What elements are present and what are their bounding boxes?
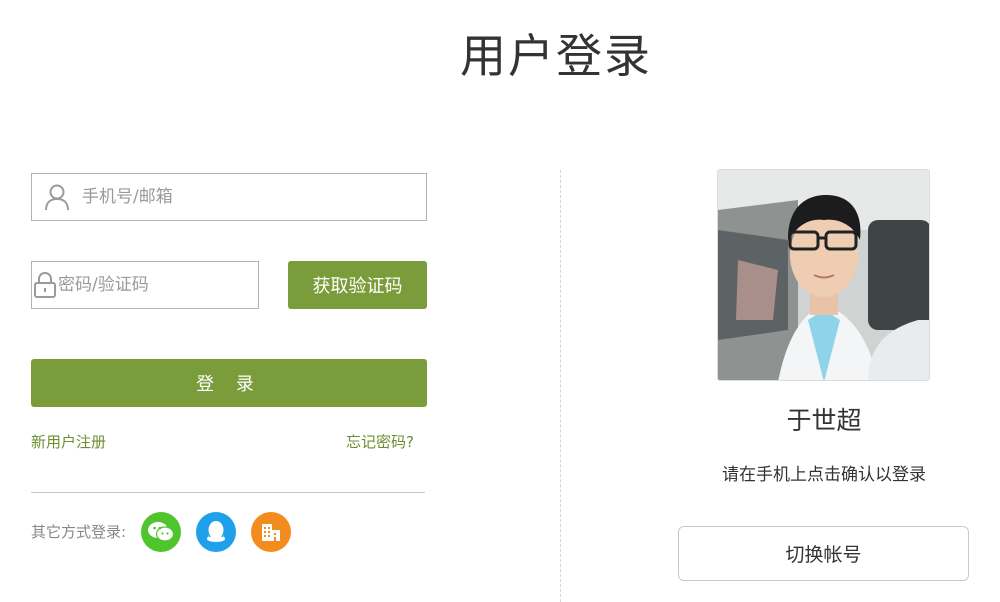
organization-icon — [262, 524, 280, 541]
page-title: 用户登录 — [460, 29, 652, 83]
user-icon — [32, 183, 82, 211]
other-login-label: 其它方式登录: — [31, 523, 127, 541]
get-code-button[interactable]: 获取验证码 — [288, 261, 427, 309]
password-field[interactable] — [31, 261, 277, 309]
qq-icon — [207, 521, 225, 542]
confirm-tip: 请在手机上点击确认以登录 — [722, 465, 926, 485]
user-name: 于世超 — [786, 406, 862, 435]
qq-login-button[interactable] — [196, 512, 236, 552]
avatar — [717, 169, 930, 381]
lock-icon — [32, 271, 58, 299]
register-link[interactable]: 新用户注册 — [31, 431, 106, 452]
login-button[interactable]: 登 录 — [31, 359, 427, 407]
switch-account-button[interactable]: 切换帐号 — [678, 526, 969, 581]
divider — [31, 492, 425, 493]
wechat-login-button[interactable] — [141, 512, 181, 552]
organization-login-button[interactable] — [251, 512, 291, 552]
account-input[interactable] — [82, 174, 426, 220]
password-input[interactable] — [58, 262, 277, 308]
vertical-divider — [560, 170, 561, 602]
forgot-password-link[interactable]: 忘记密码? — [346, 431, 414, 452]
account-field[interactable] — [31, 173, 427, 221]
wechat-icon — [148, 522, 175, 542]
